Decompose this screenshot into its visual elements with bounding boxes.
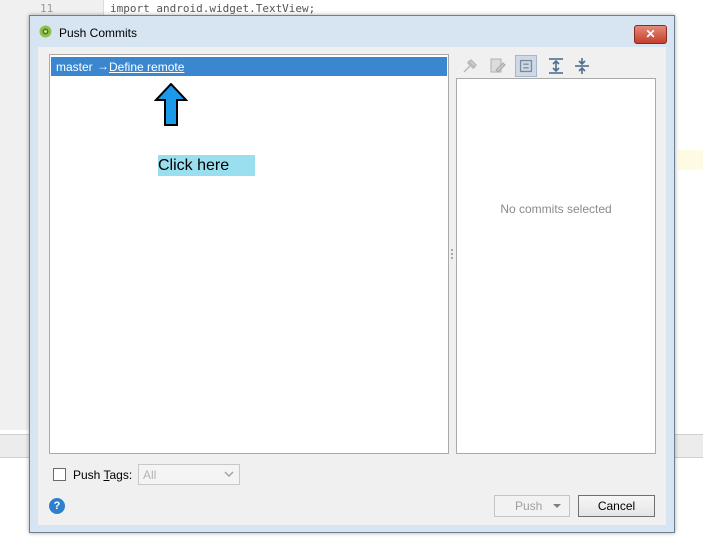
splitter-handle[interactable] <box>450 247 454 263</box>
push-commits-dialog: Push Commits ✕ master → Define remote Cl… <box>29 15 675 533</box>
push-tags-label: Push Tags: <box>73 468 133 482</box>
branch-row[interactable]: master → Define remote <box>51 57 447 76</box>
chevron-down-icon <box>224 471 234 477</box>
details-toolbar <box>457 54 657 78</box>
group-by-icon[interactable] <box>515 55 537 77</box>
expand-all-icon[interactable] <box>545 55 567 77</box>
dialog-titlebar: Push Commits ✕ <box>30 16 674 46</box>
push-tags-select[interactable]: All <box>138 464 240 485</box>
push-tags-checkbox[interactable] <box>53 468 66 481</box>
dialog-body: master → Define remote Click here No com… <box>38 47 666 525</box>
dialog-title: Push Commits <box>59 26 138 40</box>
branch-arrow: → <box>97 59 109 73</box>
cancel-button[interactable]: Cancel <box>578 495 655 517</box>
define-remote-link[interactable]: Define remote <box>109 60 184 74</box>
close-icon: ✕ <box>645 27 656 41</box>
push-button[interactable]: Push <box>494 495 570 517</box>
pin-icon[interactable] <box>459 55 481 77</box>
commit-details-panel: No commits selected <box>456 78 656 454</box>
no-commits-message: No commits selected <box>500 202 612 216</box>
annotation-label: Click here <box>158 155 255 176</box>
editor-highlight <box>678 150 703 170</box>
line-number: 11 <box>40 2 54 15</box>
help-icon[interactable]: ? <box>49 498 65 514</box>
push-tags-select-value: All <box>143 468 157 482</box>
edit-source-icon[interactable] <box>486 55 508 77</box>
push-dropdown-arrow-icon[interactable] <box>553 504 561 508</box>
branch-name: master <box>56 60 93 74</box>
code-line: import android.widget.TextView; <box>110 2 316 15</box>
close-button[interactable]: ✕ <box>634 25 667 44</box>
collapse-all-icon[interactable] <box>571 55 593 77</box>
push-button-label: Push <box>515 499 543 513</box>
annotation-arrow-icon <box>154 83 188 126</box>
android-studio-icon <box>39 25 52 38</box>
commits-tree-panel: master → Define remote Click here <box>49 54 449 454</box>
